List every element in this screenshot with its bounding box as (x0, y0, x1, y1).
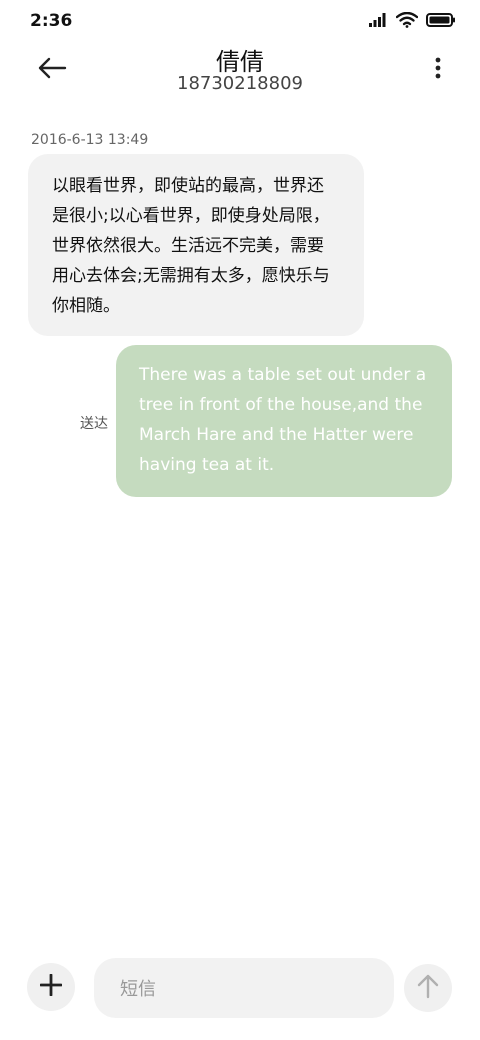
message-timestamp: 2016-6-13 13:49 (31, 132, 149, 148)
contact-phone: 18730218809 (177, 73, 303, 94)
incoming-message-bubble[interactable]: 以眼看世界，即使站的最高，世界还是很小;以心看世界，即使身处局限，世界依然很大。… (28, 154, 364, 336)
outgoing-message-bubble[interactable]: There was a table set out under a tree i… (116, 345, 452, 497)
message-input[interactable] (118, 958, 382, 1020)
outgoing-message-text: There was a table set out under a tree i… (139, 365, 427, 475)
delivery-status: 送达 (80, 416, 108, 432)
battery-icon (426, 12, 456, 32)
signal-icon (368, 12, 388, 32)
incoming-message-text: 以眼看世界，即使站的最高，世界还是很小;以心看世界，即使身处局限，世界依然很大。… (52, 176, 330, 316)
more-options-button[interactable] (426, 52, 450, 88)
status-time: 2:36 (30, 11, 73, 31)
conversation-header: 倩倩 18730218809 (0, 40, 480, 100)
contact-name: 倩倩 (216, 48, 264, 76)
status-bar: 2:36 (0, 0, 480, 40)
status-icons (368, 11, 456, 32)
more-vertical-icon (434, 56, 442, 84)
add-attachment-button[interactable] (27, 963, 75, 1011)
arrow-up-icon (417, 973, 439, 1003)
send-button[interactable] (404, 964, 452, 1012)
plus-icon (39, 973, 63, 1000)
wifi-icon (395, 11, 419, 32)
message-input-container (94, 958, 394, 1020)
